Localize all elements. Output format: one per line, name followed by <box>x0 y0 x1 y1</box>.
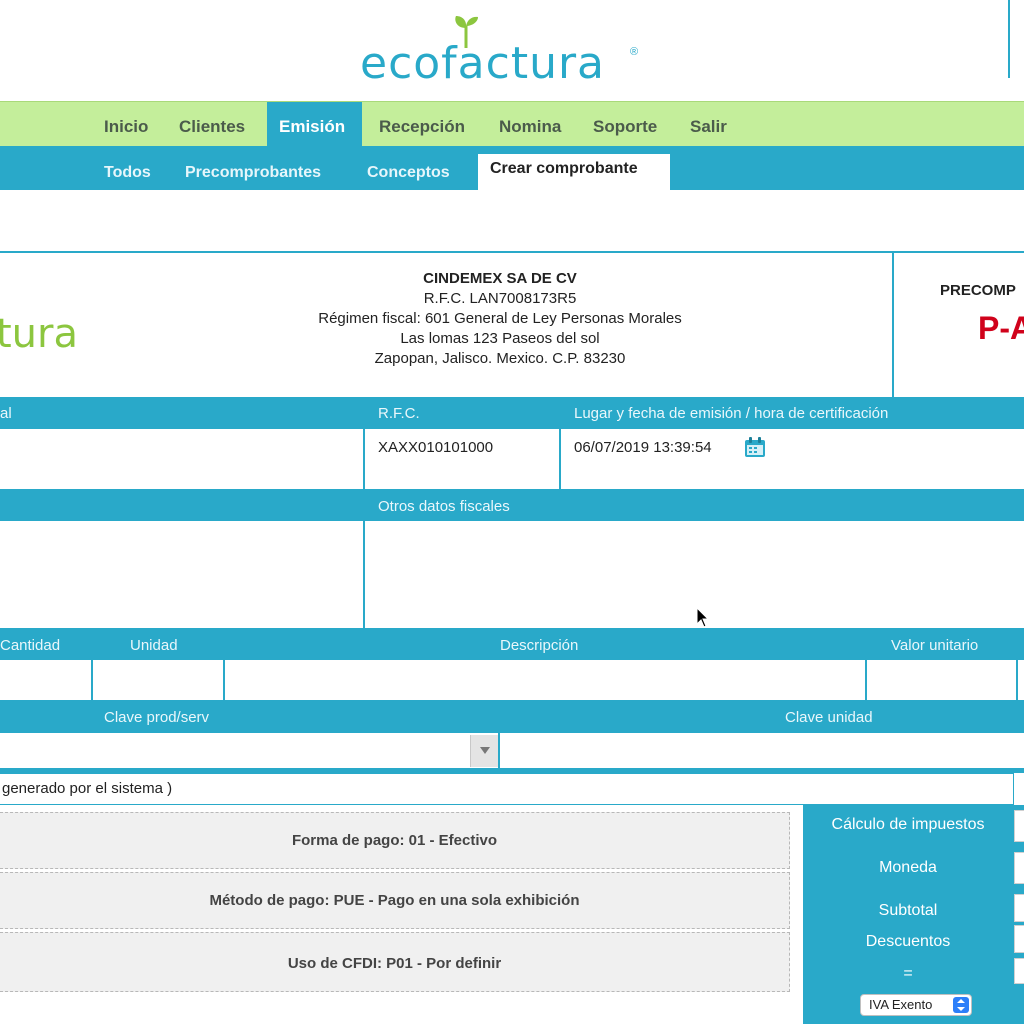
moneda-field[interactable] <box>1014 852 1024 884</box>
issuer-regimen: Régimen fiscal: 601 General de Ley Perso… <box>318 310 682 327</box>
iva-select[interactable]: IVA Exento <box>860 994 972 1016</box>
calendar-icon[interactable] <box>744 436 766 458</box>
clave-prod-serv-header: Clave prod/serv <box>104 709 210 726</box>
precomprobante-label: PRECOMP <box>940 282 1016 299</box>
header-divider <box>892 253 894 399</box>
uso-cfdi-field[interactable]: Uso de CFDI: P01 - Por definir <box>0 932 790 992</box>
divider <box>91 628 93 700</box>
issuer-name: CINDEMEX SA DE CV <box>423 270 577 287</box>
clave-unidad-header: Clave unidad <box>785 709 873 726</box>
payment-area: Forma de pago: 01 - Efectivo Método de p… <box>0 809 795 1024</box>
subnav-precomprobantes[interactable]: Precomprobantes <box>173 146 333 190</box>
logo-text: ecofactura <box>360 38 606 89</box>
col-valor-unitario: Valor unitario <box>891 637 979 654</box>
issuer-rfc: R.F.C. LAN7008173R5 <box>423 290 577 307</box>
issuer-info: CINDEMEX SA DE CV R.F.C. LAN7008173R5 Ré… <box>250 269 750 369</box>
descuentos-label: Descuentos <box>865 933 951 950</box>
total-field[interactable] <box>1014 958 1024 984</box>
main-nav: Inicio Clientes Emisión Recepción Nomina… <box>0 101 1024 147</box>
otros-datos-header: Otros datos fiscales <box>378 498 510 515</box>
subtotal-field[interactable] <box>1014 894 1024 922</box>
calculo-impuestos-field[interactable] <box>1014 810 1024 842</box>
receptor-rfc-value[interactable]: XAXX010101000 <box>378 439 493 456</box>
issuer-logo: tura <box>0 311 78 357</box>
subtotal-label: Subtotal <box>878 902 938 919</box>
nav-recepcion[interactable]: Recepción <box>367 102 477 147</box>
issuer-header: tura CINDEMEX SA DE CV R.F.C. LAN7008173… <box>0 251 1024 399</box>
ecofactura-logo: ecofactura ® <box>360 14 660 89</box>
divider <box>223 628 225 700</box>
issuer-address-line2: Zapopan, Jalisco. Mexico. C.P. 83230 <box>374 350 626 367</box>
mouse-cursor-icon <box>696 607 710 628</box>
clave-prod-dropdown-button[interactable] <box>470 735 498 767</box>
clave-header-bar: Clave prod/serv Clave unidad <box>0 700 1024 733</box>
nav-soporte[interactable]: Soporte <box>581 102 669 147</box>
receptor-header-bar: al R.F.C. Lugar y fecha de emisión / hor… <box>0 397 1024 429</box>
totals-panel: Cálculo de impuestos Moneda Subtotal Des… <box>803 805 1024 1024</box>
divider <box>865 628 867 700</box>
divider <box>363 397 365 489</box>
concepts-header-bar: Cantidad Unidad Descripción Valor unitar… <box>0 628 1024 660</box>
nav-inicio[interactable]: Inicio <box>92 102 160 147</box>
nav-clientes[interactable]: Clientes <box>167 102 257 147</box>
issuer-address-line1: Las lomas 123 Paseos del sol <box>400 330 600 347</box>
fecha-emision-value[interactable]: 06/07/2019 13:39:54 <box>574 439 712 456</box>
divider <box>1016 628 1018 700</box>
nav-salir[interactable]: Salir <box>678 102 739 147</box>
equals-label: = <box>903 965 913 982</box>
col-descripcion: Descripción <box>500 637 579 654</box>
divider <box>498 700 500 768</box>
sub-nav: Todos Precomprobantes Conceptos Crear co… <box>0 146 1024 190</box>
divider <box>559 397 561 489</box>
select-stepper-icon <box>953 997 969 1013</box>
col-unidad: Unidad <box>130 637 178 654</box>
forma-de-pago-field[interactable]: Forma de pago: 01 - Efectivo <box>0 812 790 869</box>
iva-select-value: IVA Exento <box>869 997 933 1012</box>
nav-nomina[interactable]: Nomina <box>487 102 573 147</box>
moneda-label: Moneda <box>879 859 937 876</box>
col-cantidad: Cantidad <box>0 637 61 654</box>
nav-emision[interactable]: Emisión <box>267 102 362 147</box>
descuentos-field[interactable] <box>1014 925 1024 953</box>
calculo-impuestos-label: Cálculo de impuestos <box>831 816 985 833</box>
otros-datos-bar: Otros datos fiscales <box>0 489 1024 521</box>
receptor-name-header: al <box>0 405 12 422</box>
folio-field[interactable]: generado por el sistema ) <box>0 773 1014 805</box>
precomprobante-number: P-A <box>978 310 1024 346</box>
fecha-emision-header: Lugar y fecha de emisión / hora de certi… <box>574 405 889 422</box>
receptor-rfc-header: R.F.C. <box>378 405 420 422</box>
subnav-todos[interactable]: Todos <box>92 146 163 190</box>
subnav-conceptos[interactable]: Conceptos <box>355 146 462 190</box>
chevron-down-icon <box>480 747 490 754</box>
subnav-crear-comprobante[interactable]: Crear comprobante <box>478 154 670 190</box>
metodo-de-pago-field[interactable]: Método de pago: PUE - Pago en una sola e… <box>0 872 790 929</box>
divider <box>363 489 365 628</box>
right-edge-panel <box>1008 0 1024 78</box>
registered-mark: ® <box>630 46 639 58</box>
